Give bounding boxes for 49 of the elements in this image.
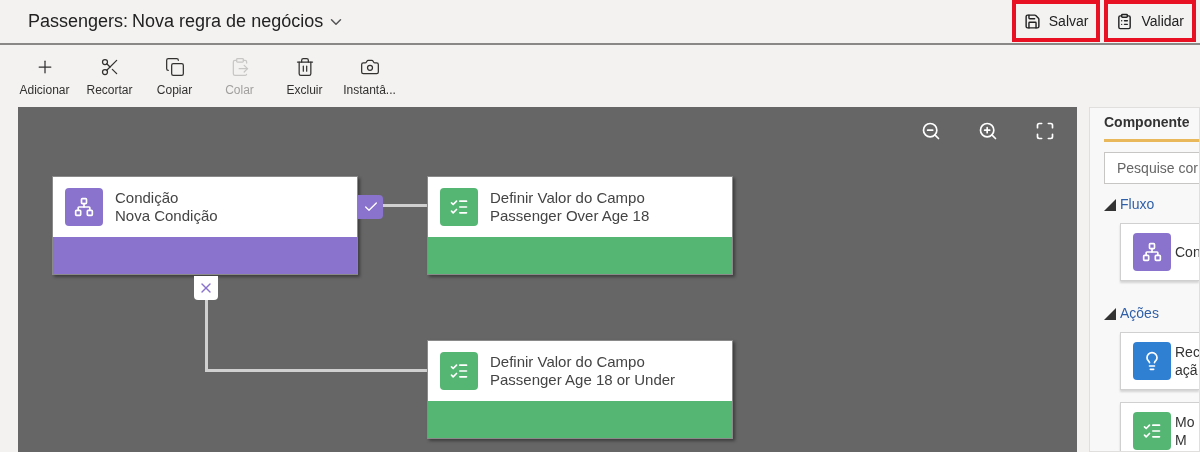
- zoom-in-icon[interactable]: [978, 121, 998, 141]
- connector-line: [383, 204, 427, 207]
- triangle-icon[interactable]: [1104, 198, 1116, 211]
- component-label: Mo: [1175, 413, 1195, 431]
- node-name: Passenger Age 18 or Under: [490, 371, 676, 389]
- node-card[interactable]: Definir Valor do Campo Passenger Age 18 or Under: [427, 340, 733, 439]
- copy-icon: [164, 57, 185, 77]
- component-label: Rec: [1175, 343, 1199, 361]
- save-button[interactable]: Salvar: [1011, 0, 1101, 42]
- component-label: açã: [1175, 361, 1199, 379]
- toolbar-button[interactable]: Adicionar: [12, 57, 77, 99]
- scissors-icon: [99, 57, 120, 77]
- save-icon: [1023, 12, 1041, 30]
- component-card[interactable]: Mo M: [1120, 402, 1199, 451]
- checklist-icon: [440, 188, 478, 226]
- section-title[interactable]: Fluxo: [1120, 194, 1155, 215]
- toolbar-button[interactable]: Instantâ...: [337, 57, 402, 99]
- clipboard-icon: [1116, 12, 1134, 30]
- lightbulb-icon: [1133, 342, 1171, 380]
- trash-icon: [294, 57, 315, 77]
- rule-title: Nova regra de negócios: [132, 10, 324, 33]
- triangle-icon[interactable]: [1104, 307, 1116, 320]
- node-type: Definir Valor do Campo: [490, 189, 646, 207]
- component-card[interactable]: Rec açã: [1120, 332, 1199, 390]
- fit-icon[interactable]: [1035, 121, 1055, 141]
- validate-button[interactable]: Validar: [1104, 0, 1196, 42]
- zoom-out-icon[interactable]: [921, 121, 941, 141]
- toolbar-button[interactable]: Recortar: [77, 57, 142, 99]
- component-card[interactable]: Con: [1120, 223, 1199, 281]
- component-label: Con: [1175, 243, 1199, 261]
- node-name: Passenger Over Age 18: [490, 207, 650, 225]
- checklist-icon: [440, 352, 478, 390]
- toolbar-button[interactable]: Excluir: [272, 57, 337, 99]
- component-label: M: [1175, 431, 1188, 449]
- toolbar-button[interactable]: Copiar: [142, 57, 207, 99]
- flowchart-icon: [65, 188, 103, 226]
- close-icon[interactable]: [194, 276, 218, 300]
- panel-tab[interactable]: Componente: [1104, 112, 1199, 142]
- flowchart-icon: [1133, 233, 1171, 271]
- check-icon[interactable]: [358, 195, 383, 219]
- node-type: Condição: [115, 189, 180, 207]
- node-card[interactable]: Condição Nova Condição: [52, 176, 358, 275]
- node-type: Definir Valor do Campo: [490, 353, 646, 371]
- node-card[interactable]: Definir Valor do Campo Passenger Over Age 18: [427, 176, 733, 275]
- entity-name: Passengers:: [28, 10, 129, 33]
- search-field[interactable]: Pesquise cor: [1104, 152, 1199, 184]
- node-name: Nova Condição: [115, 207, 218, 225]
- camera-icon: [359, 57, 380, 77]
- section-title[interactable]: Ações: [1120, 303, 1159, 324]
